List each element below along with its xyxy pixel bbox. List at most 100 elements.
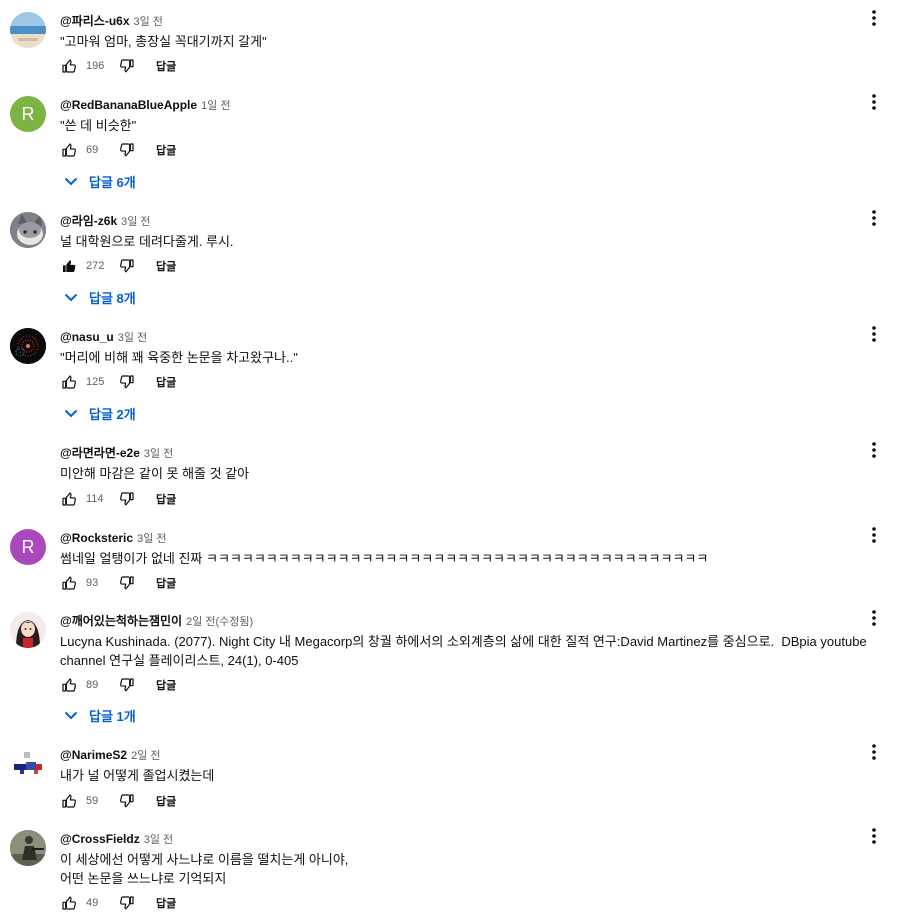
- more-actions-icon[interactable]: [862, 438, 886, 462]
- dislike-icon[interactable]: [118, 57, 136, 75]
- reply-button[interactable]: 답글: [156, 575, 176, 591]
- avatar[interactable]: [10, 830, 46, 866]
- dislike-icon[interactable]: [118, 574, 136, 592]
- comment-text: 널 대학원으로 데려다줄게. 루시.: [60, 234, 234, 249]
- like-count: 114: [86, 493, 104, 505]
- view-replies-button[interactable]: 답글 1개: [62, 705, 136, 725]
- more-actions-icon[interactable]: [862, 824, 886, 848]
- author-name[interactable]: @CrossFieldz: [60, 832, 140, 846]
- comment-timestamp[interactable]: 3일 전: [144, 448, 173, 460]
- chevron-down-icon: [62, 288, 80, 306]
- dislike-icon[interactable]: [118, 257, 136, 275]
- comment-header: @CrossFieldz 3일 전: [60, 830, 173, 846]
- comment-actions: 89 답글: [60, 675, 176, 695]
- avatar[interactable]: R: [10, 529, 46, 565]
- like-icon[interactable]: [60, 676, 78, 694]
- more-actions-icon[interactable]: [862, 740, 886, 764]
- comment-text: "머리에 비해 꽤 육중한 논문을 차고왔구나..": [60, 350, 298, 365]
- author-name[interactable]: @라면라면-e2e: [60, 446, 140, 460]
- reply-button[interactable]: 답글: [156, 793, 176, 809]
- view-replies-button[interactable]: 답글 8개: [62, 287, 136, 307]
- comment-actions: 196 답글: [60, 56, 176, 76]
- reply-button[interactable]: 답글: [156, 677, 176, 693]
- comment-timestamp[interactable]: 2일 전: [131, 750, 160, 762]
- more-actions-icon[interactable]: [862, 90, 886, 114]
- comment-timestamp[interactable]: 1일 전: [201, 100, 230, 112]
- dislike-icon[interactable]: [118, 490, 136, 508]
- comment-header: @NarimeS2 2일 전: [60, 746, 161, 762]
- avatar[interactable]: [10, 12, 46, 48]
- comment-actions: 93 답글: [60, 573, 176, 593]
- comment-actions: 69 답글: [60, 140, 176, 160]
- avatar[interactable]: [10, 746, 46, 782]
- chevron-down-icon: [62, 706, 80, 724]
- comment-text: "고마워 엄마, 총장실 꼭대기까지 갈게": [60, 34, 267, 49]
- like-icon[interactable]: [60, 373, 78, 391]
- avatar[interactable]: [10, 612, 46, 648]
- comment-text: 미안해 마감은 같이 못 해줄 것 같아: [60, 466, 250, 481]
- replies-count-label: 답글 6개: [89, 174, 136, 190]
- like-count: 196: [86, 60, 105, 72]
- like-icon[interactable]: [60, 57, 78, 75]
- comment-header: @라임-z6k 3일 전: [60, 212, 151, 228]
- author-name[interactable]: @파리스-u6x: [60, 14, 130, 28]
- comment-header: @nasu_u 3일 전: [60, 328, 147, 344]
- comment-timestamp[interactable]: 3일 전: [118, 332, 147, 344]
- reply-button[interactable]: 답글: [156, 258, 176, 274]
- author-name[interactable]: @라임-z6k: [60, 214, 117, 228]
- like-icon[interactable]: [60, 141, 78, 159]
- more-actions-icon[interactable]: [862, 606, 886, 630]
- chevron-down-icon: [62, 404, 80, 422]
- comment-timestamp[interactable]: 3일 전: [144, 834, 173, 846]
- comment-timestamp[interactable]: 3일 전: [137, 533, 166, 545]
- author-name[interactable]: @깨어있는척하는잼민이: [60, 614, 182, 628]
- chevron-down-icon: [62, 172, 80, 190]
- reply-button[interactable]: 답글: [156, 374, 176, 390]
- more-actions-icon[interactable]: [862, 322, 886, 346]
- comment-header: @파리스-u6x 3일 전: [60, 12, 163, 28]
- reply-button[interactable]: 답글: [156, 58, 176, 74]
- like-icon[interactable]: [60, 574, 78, 592]
- comment-timestamp[interactable]: 2일 전(수정됨): [186, 616, 253, 628]
- like-count: 69: [86, 144, 99, 156]
- author-name[interactable]: @RedBananaBlueApple: [60, 98, 197, 112]
- like-count: 93: [86, 577, 99, 589]
- view-replies-button[interactable]: 답글 6개: [62, 171, 136, 191]
- replies-count-label: 답글 2개: [89, 406, 136, 422]
- avatar[interactable]: R: [10, 96, 46, 132]
- replies-count-label: 답글 8개: [89, 290, 136, 306]
- reply-button[interactable]: 답글: [156, 895, 176, 911]
- more-actions-icon[interactable]: [862, 523, 886, 547]
- comment-header: @라면라면-e2e 3일 전: [60, 444, 173, 460]
- dislike-icon[interactable]: [118, 894, 136, 912]
- comment-header: @RedBananaBlueApple 1일 전: [60, 96, 230, 112]
- more-actions-icon[interactable]: [862, 206, 886, 230]
- comment-header: @깨어있는척하는잼민이 2일 전(수정됨): [60, 612, 253, 628]
- comment-text: 이 세상에선 어떻게 사느냐로 이름을 떨치는게 아니야, 어떤 논문을 쓰느냐…: [60, 852, 349, 886]
- comment-text: 썸네일 얼탱이가 없네 진짜 ㅋㅋㅋㅋㅋㅋㅋㅋㅋㅋㅋㅋㅋㅋㅋㅋㅋㅋㅋㅋㅋㅋㅋㅋㅋ…: [60, 551, 709, 566]
- author-name[interactable]: @Rocksteric: [60, 531, 133, 545]
- comment-timestamp[interactable]: 3일 전: [134, 16, 163, 28]
- comment-timestamp[interactable]: 3일 전: [121, 216, 150, 228]
- dislike-icon[interactable]: [118, 373, 136, 391]
- avatar[interactable]: [10, 212, 46, 248]
- comment-header: @Rocksteric 3일 전: [60, 529, 167, 545]
- like-icon[interactable]: [60, 894, 78, 912]
- author-name[interactable]: @nasu_u: [60, 330, 114, 344]
- more-actions-icon[interactable]: [862, 6, 886, 30]
- like-icon[interactable]: [60, 490, 78, 508]
- like-icon[interactable]: [60, 792, 78, 810]
- comment-text: "쓴 데 비슷한": [60, 118, 137, 133]
- like-icon[interactable]: [60, 257, 78, 275]
- like-count: 125: [86, 376, 105, 388]
- author-name[interactable]: @NarimeS2: [60, 748, 127, 762]
- comment-actions: 59 답글: [60, 791, 176, 811]
- dislike-icon[interactable]: [118, 792, 136, 810]
- dislike-icon[interactable]: [118, 676, 136, 694]
- reply-button[interactable]: 답글: [156, 142, 176, 158]
- dislike-icon[interactable]: [118, 141, 136, 159]
- like-count: 49: [86, 897, 99, 909]
- reply-button[interactable]: 답글: [156, 491, 176, 507]
- avatar[interactable]: [10, 328, 46, 364]
- view-replies-button[interactable]: 답글 2개: [62, 403, 136, 423]
